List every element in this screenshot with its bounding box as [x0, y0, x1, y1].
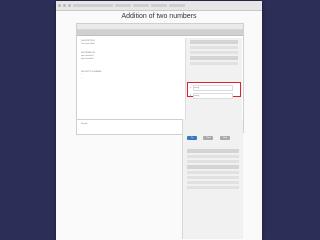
right-bar-2: [190, 56, 238, 60]
b-input[interactable]: [193, 93, 234, 99]
bookmark-3[interactable]: [151, 4, 167, 7]
lower-bar-2: [187, 165, 239, 169]
lower-row-2: [187, 160, 239, 163]
left-content: DESCRIPTION Two input fields INFORMATION…: [81, 40, 181, 80]
try-button[interactable]: Try: [187, 136, 197, 140]
help-button[interactable]: Help: [219, 136, 230, 140]
window-button-green[interactable]: [68, 4, 71, 7]
screenshot-frame: Addition of two numbers DESCRIPTION Two …: [56, 1, 262, 240]
right-row-3: [190, 62, 238, 65]
lower-row-6: [187, 186, 239, 189]
results-panel: Results: [76, 119, 190, 135]
right-bar-1: [190, 40, 238, 44]
lower-row-1: [187, 155, 239, 158]
main-panel: DESCRIPTION Two input fields INFORMATION…: [76, 23, 244, 133]
window-button-red[interactable]: [58, 4, 61, 7]
address-bar[interactable]: [73, 4, 113, 7]
bookmark-1[interactable]: [115, 4, 131, 7]
input-highlight-box: a b: [187, 82, 241, 99]
b-label: b: [190, 94, 192, 97]
panel-subheader: [77, 30, 243, 36]
right-lower-panel: Try Clear Help: [182, 119, 243, 239]
lower-bar-1: [187, 149, 239, 153]
results-text: Results: [81, 123, 88, 125]
browser-toolbar: [56, 1, 262, 11]
a-input[interactable]: [193, 85, 234, 91]
clear-button[interactable]: Clear: [203, 136, 214, 140]
a-label: a: [190, 86, 192, 89]
bookmark-2[interactable]: [133, 4, 149, 7]
bookmark-4[interactable]: [169, 4, 185, 7]
right-row-1: [190, 46, 238, 49]
lower-row-3: [187, 171, 239, 174]
page-title: Addition of two numbers: [121, 13, 197, 20]
lower-row-5: [187, 181, 239, 184]
security-line-2: ...: [81, 77, 83, 79]
lower-row-4: [187, 176, 239, 179]
right-row-2: [190, 51, 238, 54]
window-button-yellow[interactable]: [63, 4, 66, 7]
